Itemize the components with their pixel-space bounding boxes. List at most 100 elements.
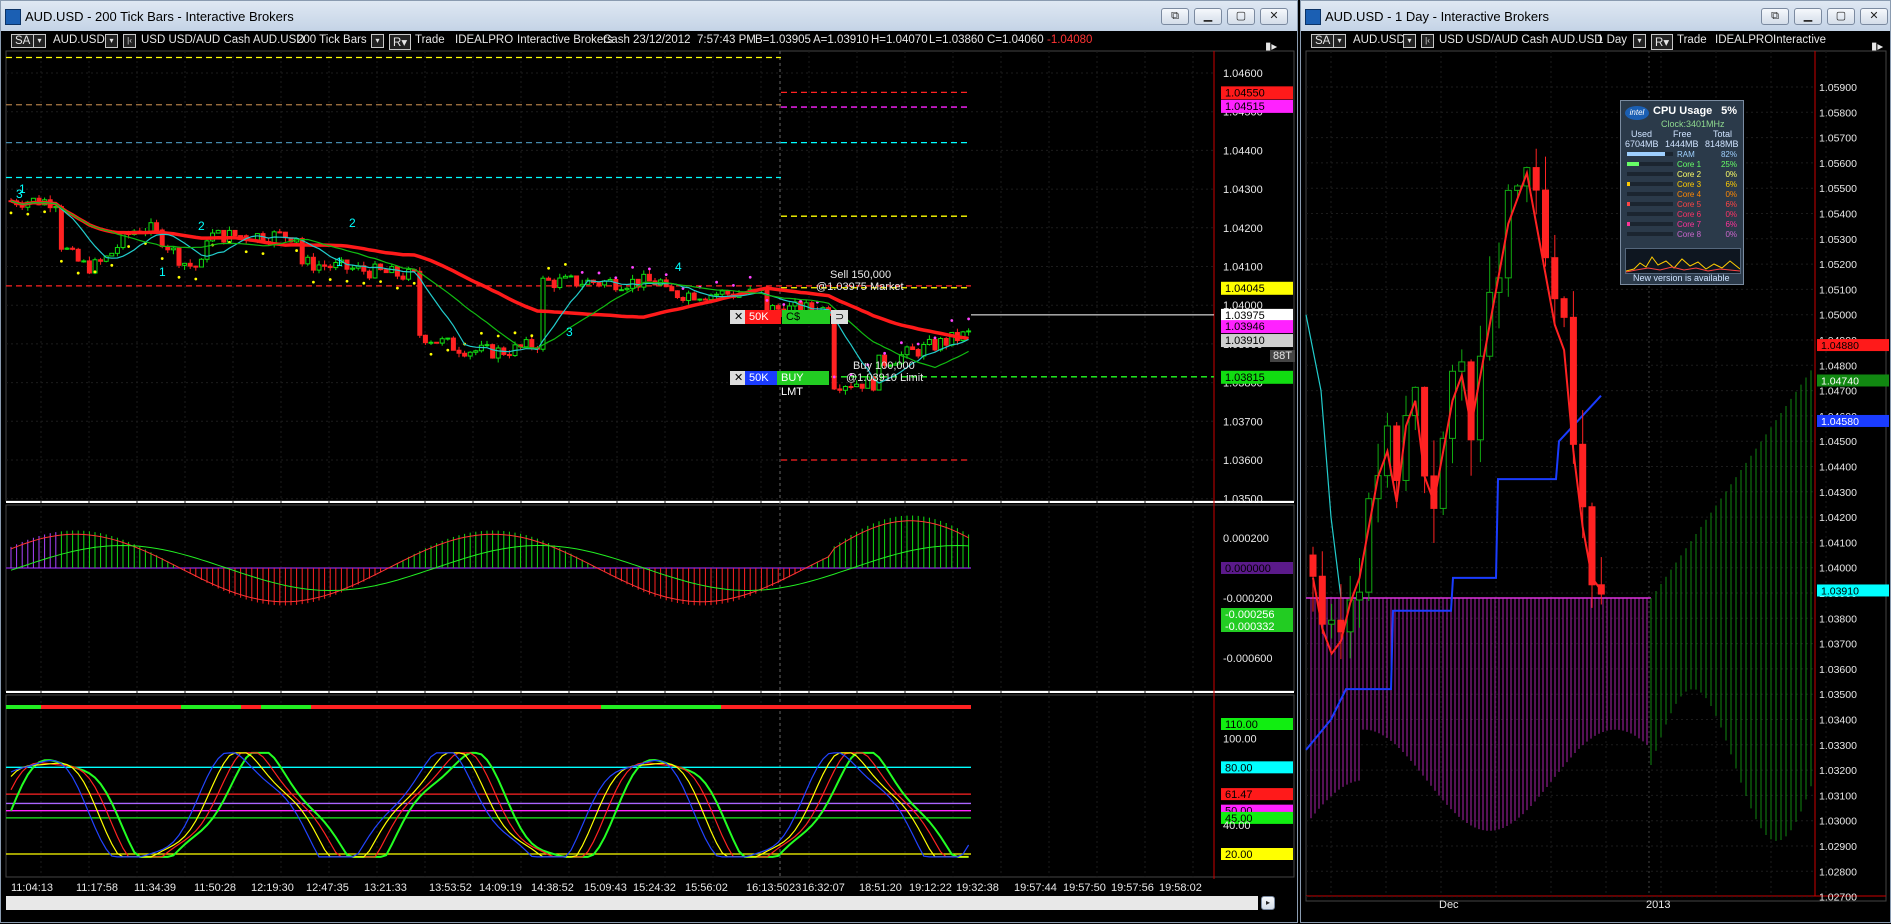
psar-dot	[312, 280, 315, 284]
order-qty-sell[interactable]: 50K	[745, 310, 781, 324]
cpu-row-label: Core 4	[1677, 190, 1702, 199]
psar-dot	[480, 331, 483, 335]
cpu-usage-bar	[1627, 222, 1673, 226]
order-qty-buy[interactable]: 50K	[745, 371, 777, 385]
candle-body	[557, 277, 563, 289]
psar-dot	[295, 249, 298, 252]
candle-body	[406, 268, 412, 280]
osc-tag-label: 80.00	[1225, 762, 1253, 774]
cpu-usage-fill	[1627, 162, 1639, 166]
cpu-usage-bar	[1627, 162, 1673, 166]
scroll-right-button[interactable]: ▸	[1261, 896, 1275, 910]
psar-dot	[412, 281, 416, 285]
psar-dot	[580, 270, 584, 274]
cpu-total-pct: 5%	[1721, 105, 1737, 117]
candle-body	[618, 289, 624, 292]
order-transmit-icon[interactable]: ⊃	[831, 310, 849, 324]
osc-tag-label: 61.47	[1225, 789, 1253, 801]
cpu-clock: Clock:3401MHz	[1661, 119, 1725, 129]
candle-body	[422, 334, 428, 344]
cpu-row-pct: 0%	[1725, 230, 1737, 239]
candle-body	[98, 259, 104, 262]
candle-body	[523, 339, 529, 348]
cpu-usage-fill	[1627, 202, 1630, 206]
psar-dot	[916, 342, 920, 346]
cpu-footer[interactable]: New version is available	[1633, 273, 1730, 283]
candle-body	[366, 270, 372, 279]
candle-body	[305, 256, 311, 265]
candle-body	[669, 286, 675, 292]
price-tag-label: 1.04045	[1225, 283, 1265, 295]
candle-body	[697, 298, 703, 301]
cpu-usage-bar	[1627, 202, 1673, 206]
daily-candle-body	[1467, 361, 1475, 441]
price-axis-label: 1.05400	[1819, 209, 1857, 221]
psar-dot	[496, 334, 500, 338]
macd-tag-label: 0.000000	[1225, 563, 1271, 575]
cpu-header-total: Total	[1713, 129, 1733, 139]
cpu-row-label: Core 8	[1677, 230, 1702, 239]
price-axis-label: 1.04100	[1223, 262, 1263, 274]
left-chart-canvas[interactable]: 1.046001.045001.044001.043001.042001.041…	[1, 1, 1299, 924]
psar-dot	[43, 210, 46, 214]
candle-body	[310, 256, 316, 271]
candle-body	[327, 265, 333, 269]
osc-tag-label: 20.00	[1225, 849, 1253, 861]
price-axis-label: 1.05600	[1819, 158, 1857, 170]
cpu-row-label: Core 3	[1677, 180, 1702, 189]
price-axis-label: 1.04400	[1223, 145, 1263, 157]
candle-body	[719, 290, 725, 295]
price-axis-label: 1.03300	[1819, 740, 1857, 752]
time-axis-label: 12:47:35	[306, 882, 349, 894]
candle-body	[674, 290, 680, 299]
candle-body	[316, 264, 322, 271]
candle-body	[495, 347, 501, 359]
cpu-usage-fill	[1627, 152, 1665, 156]
time-axis-label: 19:57:44	[1014, 882, 1057, 894]
candle-body	[529, 339, 535, 349]
sell-annotation-line1: Sell 150,000	[830, 269, 892, 281]
psar-dot	[614, 276, 618, 280]
price-axis-label: 1.04200	[1819, 512, 1857, 524]
macd-axis-label: -0.000200	[1223, 593, 1273, 605]
candle-body	[490, 344, 496, 359]
psar-dot	[379, 280, 382, 284]
psar-dot	[782, 303, 786, 306]
price-tag-label: 1.04550	[1225, 87, 1265, 99]
candle-body	[966, 330, 972, 333]
buy-annotation-line2: @1.03910 Limit	[846, 372, 924, 384]
psar-dot	[328, 278, 332, 281]
candle-body	[915, 349, 921, 357]
candle-body	[434, 341, 440, 344]
count-badge: 88T	[1270, 350, 1295, 362]
cpu-usage-widget[interactable]: intel CPU Usage 5% Clock:3401MHz Used Fr…	[1620, 100, 1744, 285]
time-axis-label: 14:38:52	[531, 882, 574, 894]
price-axis-label: 1.04500	[1819, 436, 1857, 448]
candle-body	[299, 238, 305, 265]
order-cs-value[interactable]: C$ 32.31	[782, 310, 830, 337]
time-axis-label: 12:19:30	[251, 882, 294, 894]
price-axis-label: 1.02700	[1819, 892, 1857, 904]
cpu-row-pct: 0%	[1725, 170, 1737, 179]
macd-tag-label: -0.000256	[1225, 609, 1275, 621]
candle-body	[378, 263, 384, 271]
cpu-graph	[1625, 248, 1741, 274]
price-axis-label: 1.05700	[1819, 133, 1857, 145]
order-buy-lmt[interactable]: BUY LMT	[777, 371, 829, 398]
price-tag-label: 1.03910	[1821, 585, 1859, 597]
price-axis-label: 1.02900	[1819, 841, 1857, 853]
cpu-row-label: Core 1	[1677, 160, 1702, 169]
candle-body	[506, 353, 512, 357]
candle-body	[484, 344, 490, 347]
psar-dot	[748, 275, 752, 279]
price-axis-label: 1.04300	[1819, 487, 1857, 499]
candle-body	[702, 298, 708, 301]
daily-candle-body	[1532, 167, 1540, 191]
right-chart-canvas[interactable]: 1.05900 1.05800 1.05700 1.05600 1.05500 1.054…	[1301, 1, 1891, 924]
cpu-row-pct: 6%	[1725, 180, 1737, 189]
time-axis-label: 15:09:43	[584, 882, 627, 894]
macd-panel	[5, 504, 1295, 692]
price-axis-label: 1.03200	[1819, 765, 1857, 777]
psar-dot	[261, 252, 265, 255]
price-tag-label: 1.04515	[1225, 101, 1265, 113]
